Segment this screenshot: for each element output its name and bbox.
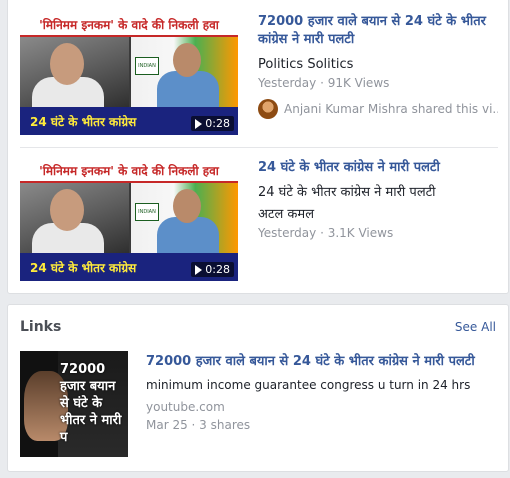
links-heading: Links <box>20 319 62 335</box>
link-thumbnail[interactable]: 72000 हजार बयान से घंटे के भीतर ने मारी … <box>20 351 128 457</box>
thumbnail-left-image <box>20 183 129 257</box>
video-title[interactable]: 72000 हजार वाले बयान से 24 घंटे के भीतर … <box>258 13 498 49</box>
video-page-name[interactable]: Politics Solitics <box>258 57 498 73</box>
video-meta: Yesterday · 3.1K Views <box>258 226 394 240</box>
thumbnail-banner-text: 'मिनिमम इनकम' के वादे की निकली हवा <box>39 17 219 32</box>
shared-by[interactable]: Anjani Kumar Mishra shared this vi... <box>258 99 498 119</box>
duration-text: 0:28 <box>205 117 230 130</box>
video-item[interactable]: 'मिनिमम इनकम' के वादे की निकली हवा INDIA… <box>20 159 498 283</box>
video-description: 24 घंटे के भीतर कांग्रेस ने मारी पलटी <box>258 185 436 200</box>
video-meta: Yesterday · 91K Views <box>258 76 390 90</box>
play-icon <box>195 118 203 129</box>
video-info: 24 घंटे के भीतर कांग्रेस ने मारी पलटी 24… <box>258 159 498 241</box>
thumbnail-banner: 'मिनिमम इनकम' के वादे की निकली हवा <box>20 13 238 37</box>
video-page-name[interactable]: अटल कमल <box>258 207 498 223</box>
duration-text: 0:28 <box>205 263 230 276</box>
video-thumbnail[interactable]: 'मिनिमम इनकम' के वादे की निकली हवा INDIA… <box>20 13 238 135</box>
thumbnail-left-image <box>20 37 129 111</box>
video-thumbnail[interactable]: 'मिनिमम इनकम' के वादे की निकली हवा INDIA… <box>20 159 238 281</box>
link-item[interactable]: 72000 हजार बयान से घंटे के भीतर ने मारी … <box>20 351 498 459</box>
thumbnail-banner-text: 'मिनिमम इनकम' के वादे की निकली हवा <box>39 163 219 178</box>
thumbnail-caption: 24 घंटे के भीतर कांग्रेस <box>30 260 137 275</box>
video-info: 72000 हजार वाले बयान से 24 घंटे के भीतर … <box>258 13 498 91</box>
link-info: 72000 हजार वाले बयान से 24 घंटे के भीतर … <box>146 353 498 433</box>
video-duration: 0:28 <box>191 116 234 131</box>
video-duration: 0:28 <box>191 262 234 277</box>
video-title[interactable]: 24 घंटे के भीतर कांग्रेस ने मारी पलटी <box>258 159 498 177</box>
link-source: youtube.com <box>146 400 225 414</box>
link-description: minimum income guarantee congress u turn… <box>146 378 471 392</box>
avatar[interactable] <box>258 99 278 119</box>
link-meta: Mar 25 · 3 shares <box>146 418 251 432</box>
thumbnail-text: 72000 हजार बयान से घंटे के भीतर ने मारी … <box>60 362 122 445</box>
thumbnail-right-image: INDIAN <box>131 37 238 107</box>
shared-by-text: Anjani Kumar Mishra shared this vi... <box>284 102 498 116</box>
video-item[interactable]: 'मिनिमम इनकम' के वादे की निकली हवा INDIA… <box>20 13 498 137</box>
videos-card: 'मिनिमम इनकम' के वादे की निकली हवा INDIA… <box>7 0 509 294</box>
see-all-link[interactable]: See All <box>455 320 496 334</box>
thumbnail-banner: 'मिनिमम इनकम' के वादे की निकली हवा <box>20 159 238 183</box>
thumbnail-right-image: INDIAN <box>131 183 238 253</box>
link-title[interactable]: 72000 हजार वाले बयान से 24 घंटे के भीतर … <box>146 353 498 371</box>
divider <box>20 147 498 148</box>
thumbnail-caption: 24 घंटे के भीतर कांग्रेस <box>30 114 137 129</box>
play-icon <box>195 264 203 275</box>
links-card: Links See All 72000 हजार बयान से घंटे के… <box>7 304 509 472</box>
